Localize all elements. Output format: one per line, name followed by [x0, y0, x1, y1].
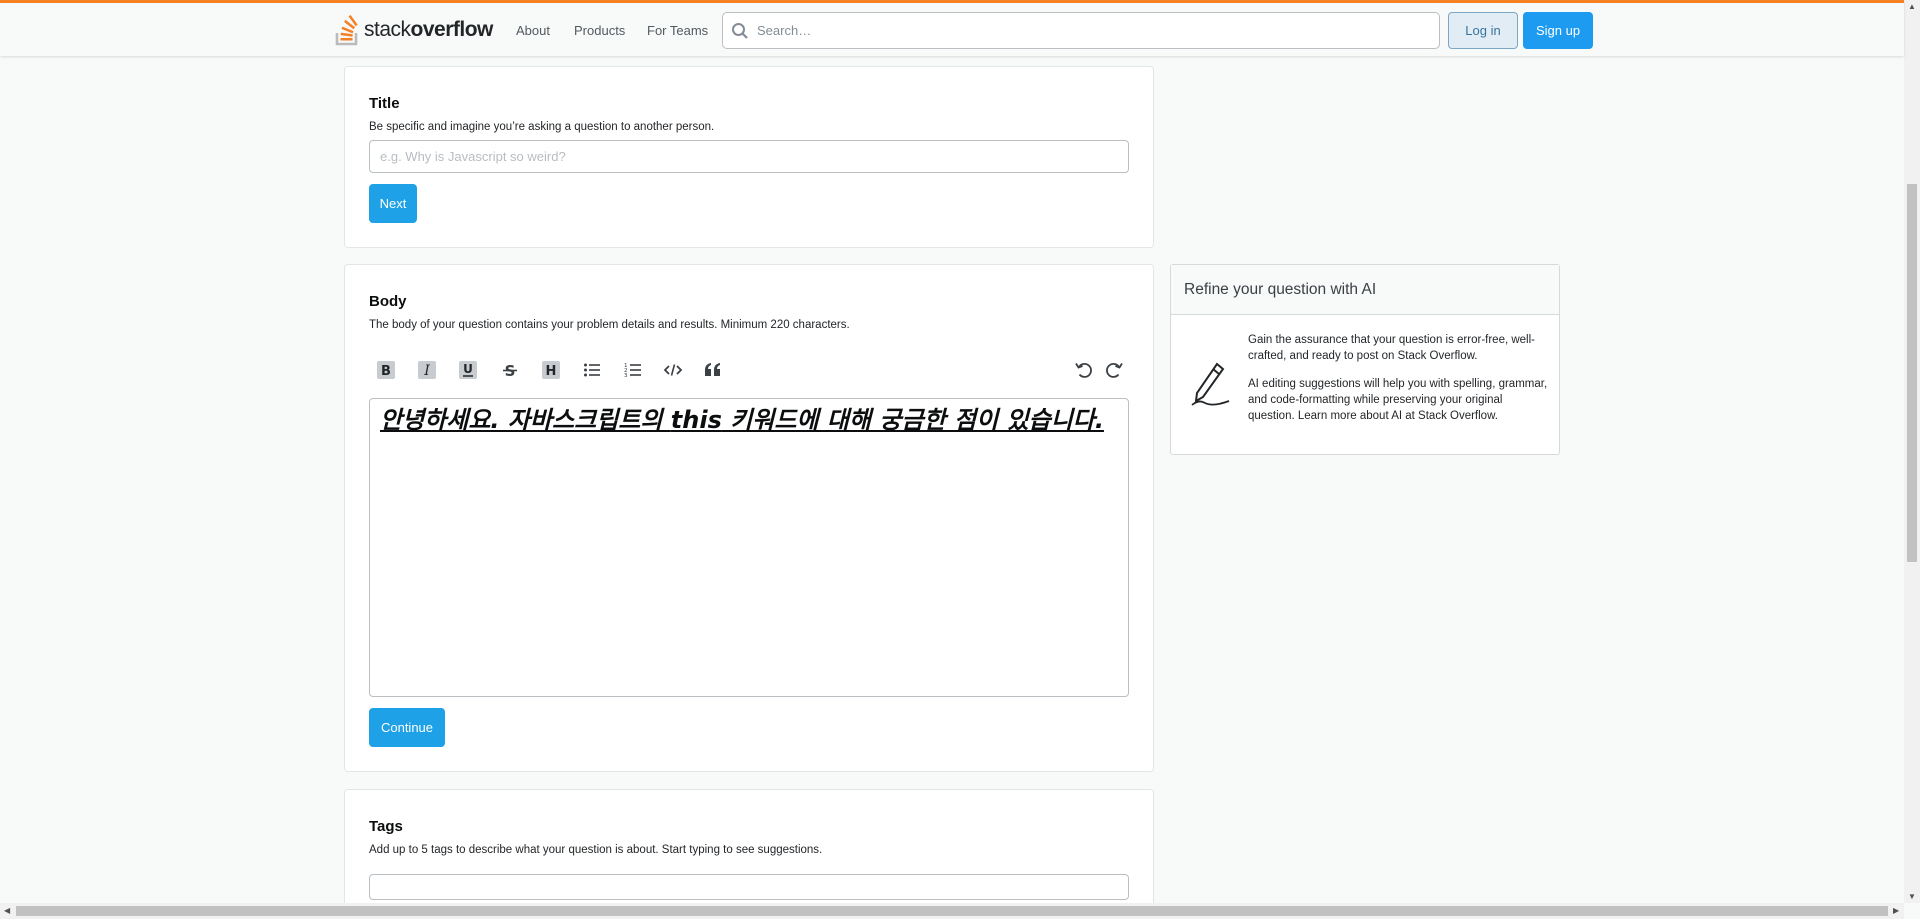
- heading-button[interactable]: H: [538, 357, 564, 383]
- italic-icon: I: [418, 361, 436, 379]
- body-editor-text: 안녕하세요. 자바스크립트의 this 키워드에 대해 궁금한 점이 있습니다.: [380, 406, 1104, 434]
- search-icon: [732, 22, 748, 39]
- scroll-up-arrow[interactable]: ▲: [1908, 2, 1916, 11]
- title-input[interactable]: [369, 140, 1129, 173]
- log-in-button[interactable]: Log in: [1448, 12, 1518, 49]
- underline-button[interactable]: U: [455, 357, 481, 383]
- pencil-icon: [1191, 362, 1230, 406]
- heading-icon: H: [542, 361, 560, 379]
- svg-text:3: 3: [624, 373, 628, 379]
- search-input[interactable]: [757, 23, 1397, 38]
- horizontal-scrollbar-thumb[interactable]: [16, 906, 1888, 916]
- continue-button[interactable]: Continue: [369, 708, 445, 747]
- svg-text:I: I: [423, 363, 430, 379]
- redo-icon: [1106, 363, 1123, 378]
- ai-card-paragraph-2: AI editing suggestions will help you wit…: [1248, 378, 1548, 422]
- strikethrough-button[interactable]: S: [497, 357, 523, 383]
- italic-button[interactable]: I: [414, 357, 440, 383]
- ai-card-heading: Refine your question with AI: [1171, 265, 1559, 315]
- bold-button[interactable]: B: [373, 357, 399, 383]
- svg-text:B: B: [381, 364, 391, 379]
- redo-button[interactable]: [1101, 357, 1127, 383]
- quote-icon: [705, 363, 720, 376]
- quote-button[interactable]: [700, 357, 726, 383]
- title-heading: Title: [369, 95, 400, 112]
- sign-up-button[interactable]: Sign up: [1523, 12, 1593, 49]
- next-button[interactable]: Next: [369, 184, 417, 223]
- body-description: The body of your question contains your …: [369, 319, 850, 331]
- code-icon: [663, 364, 683, 376]
- stack-overflow-logo[interactable]: stackoverflow: [335, 13, 493, 47]
- tags-input[interactable]: [369, 874, 1129, 900]
- scroll-down-arrow[interactable]: ▼: [1908, 892, 1916, 901]
- title-description: Be specific and imagine you’re asking a …: [369, 121, 715, 133]
- code-button[interactable]: [660, 357, 686, 383]
- title-card: Title Be specific and imagine you’re ask…: [344, 66, 1154, 248]
- numbered-list-button[interactable]: 123: [620, 357, 646, 383]
- stack-overflow-logo-icon: [335, 14, 358, 46]
- tags-card: Tags Add up to 5 tags to describe what y…: [344, 789, 1154, 919]
- bulleted-list-button[interactable]: [579, 357, 605, 383]
- nav-for-teams[interactable]: For Teams: [643, 21, 712, 40]
- svg-text:U: U: [463, 362, 473, 376]
- strikethrough-icon: S: [503, 362, 517, 380]
- numbered-list-icon: 123: [624, 363, 641, 379]
- svg-text:H: H: [546, 364, 557, 379]
- nav-about[interactable]: About: [512, 21, 554, 40]
- vertical-scrollbar-thumb[interactable]: [1907, 184, 1917, 562]
- search-box[interactable]: [722, 12, 1440, 49]
- tags-heading: Tags: [369, 818, 403, 835]
- body-editor[interactable]: 안녕하세요. 자바스크립트의 this 키워드에 대해 궁금한 점이 있습니다.: [369, 398, 1129, 697]
- scroll-left-arrow[interactable]: ◀: [4, 906, 10, 915]
- undo-icon: [1075, 363, 1092, 378]
- underline-icon: U: [459, 361, 477, 379]
- body-heading: Body: [369, 293, 407, 310]
- bold-icon: B: [377, 361, 395, 379]
- bulleted-list-icon: [584, 363, 600, 377]
- ai-refine-card: Refine your question with AI Gain the as…: [1170, 264, 1560, 455]
- logo-wordmark: stackoverflow: [364, 18, 493, 41]
- undo-button[interactable]: [1071, 357, 1097, 383]
- tags-description: Add up to 5 tags to describe what your q…: [369, 844, 823, 856]
- nav-products[interactable]: Products: [570, 21, 629, 40]
- scroll-right-arrow[interactable]: ▶: [1893, 906, 1899, 915]
- ai-card-paragraph-1: Gain the assurance that your question is…: [1248, 334, 1535, 362]
- top-bar: stackoverflow About Products For Teams L…: [0, 0, 1904, 56]
